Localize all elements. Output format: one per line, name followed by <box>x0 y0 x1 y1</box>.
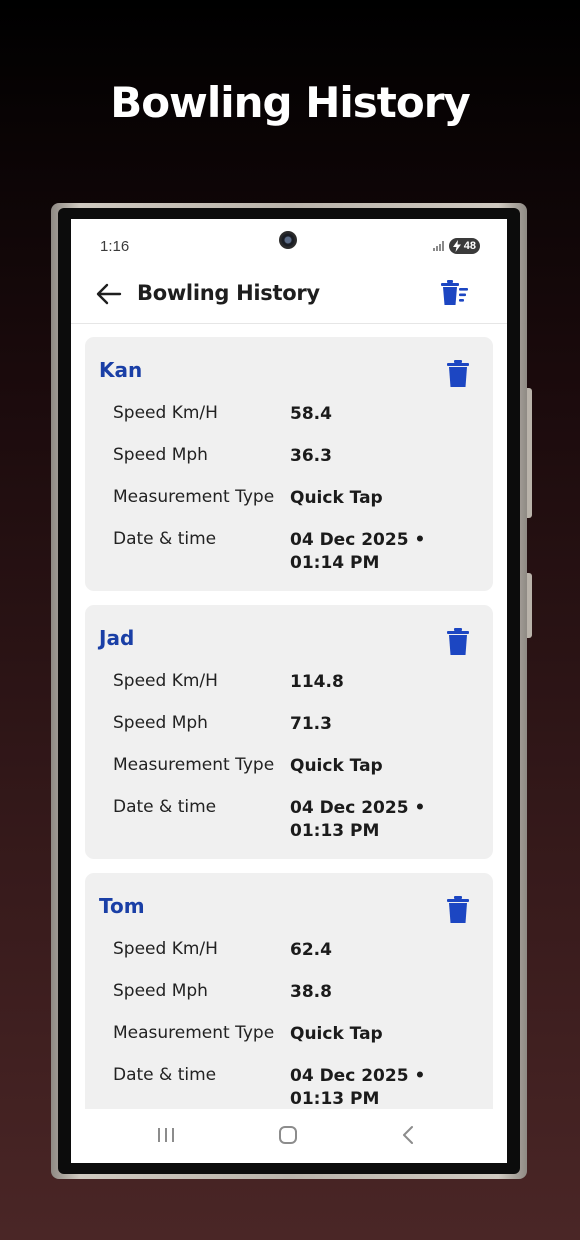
battery-level: 48 <box>463 240 476 252</box>
label-measurement-type: Measurement Type <box>113 487 275 507</box>
label-speed-mph: Speed Mph <box>113 713 208 733</box>
value-speed-kmh: 58.4 <box>290 404 332 424</box>
value-measurement-type: Quick Tap <box>290 756 383 776</box>
trash-icon[interactable] <box>446 360 470 388</box>
label-speed-mph: Speed Mph <box>113 981 208 1001</box>
label-date-time: Date & time <box>113 1065 217 1085</box>
app-bar: Bowling History <box>71 265 507 324</box>
label-measurement-type: Measurement Type <box>113 1023 275 1043</box>
page-title: Bowling History <box>137 281 320 305</box>
bowler-name: Jad <box>99 626 135 650</box>
label-speed-kmh: Speed Km/H <box>113 403 218 423</box>
label-speed-kmh: Speed Km/H <box>113 671 218 691</box>
recents-icon[interactable] <box>152 1123 180 1147</box>
trash-list-icon[interactable] <box>437 277 471 311</box>
bowler-name: Tom <box>99 894 145 918</box>
value-speed-mph: 71.3 <box>290 714 332 734</box>
value-speed-mph: 36.3 <box>290 446 332 466</box>
home-icon[interactable] <box>274 1123 302 1147</box>
history-card: Tom Speed Km/H 62.4 Speed Mph 38.8 Measu… <box>85 873 493 1127</box>
value-date-time: 04 Dec 2025 • 01:14 PM <box>290 530 426 573</box>
value-measurement-type: Quick Tap <box>290 488 383 508</box>
charging-bolt-icon <box>453 240 461 252</box>
trash-icon[interactable] <box>446 896 470 924</box>
label-date-time: Date & time <box>113 797 217 817</box>
trash-icon[interactable] <box>446 628 470 656</box>
label-measurement-type: Measurement Type <box>113 755 275 775</box>
status-time: 1:16 <box>100 238 130 255</box>
status-bar: 1:16 48 <box>71 219 507 265</box>
value-speed-kmh: 62.4 <box>290 940 332 960</box>
value-speed-mph: 38.8 <box>290 982 332 1002</box>
value-date-time: 04 Dec 2025 • 01:13 PM <box>290 1066 426 1109</box>
phone-frame: 1:16 48 Bowling History Kan Speed Km/H 5… <box>51 203 532 1179</box>
chevron-left-icon[interactable] <box>395 1123 423 1147</box>
value-date-time: 04 Dec 2025 • 01:13 PM <box>290 798 426 841</box>
signal-icon <box>433 241 444 251</box>
screen: 1:16 48 Bowling History Kan Speed Km/H 5… <box>71 219 507 1163</box>
camera-icon <box>279 231 297 249</box>
bowler-name: Kan <box>99 358 143 382</box>
label-speed-kmh: Speed Km/H <box>113 939 218 959</box>
promo-title: Bowling History <box>110 78 471 127</box>
history-card: Jad Speed Km/H 114.8 Speed Mph 71.3 Meas… <box>85 605 493 859</box>
side-button-volume <box>527 388 532 518</box>
value-measurement-type: Quick Tap <box>290 1024 383 1044</box>
battery-indicator: 48 <box>449 238 480 254</box>
history-list: Kan Speed Km/H 58.4 Speed Mph 36.3 Measu… <box>85 337 493 1141</box>
system-nav-bar <box>71 1109 507 1163</box>
history-card: Kan Speed Km/H 58.4 Speed Mph 36.3 Measu… <box>85 337 493 591</box>
label-date-time: Date & time <box>113 529 217 549</box>
arrow-left-icon[interactable] <box>93 278 125 310</box>
value-speed-kmh: 114.8 <box>290 672 344 692</box>
side-button-power <box>527 573 532 638</box>
label-speed-mph: Speed Mph <box>113 445 208 465</box>
